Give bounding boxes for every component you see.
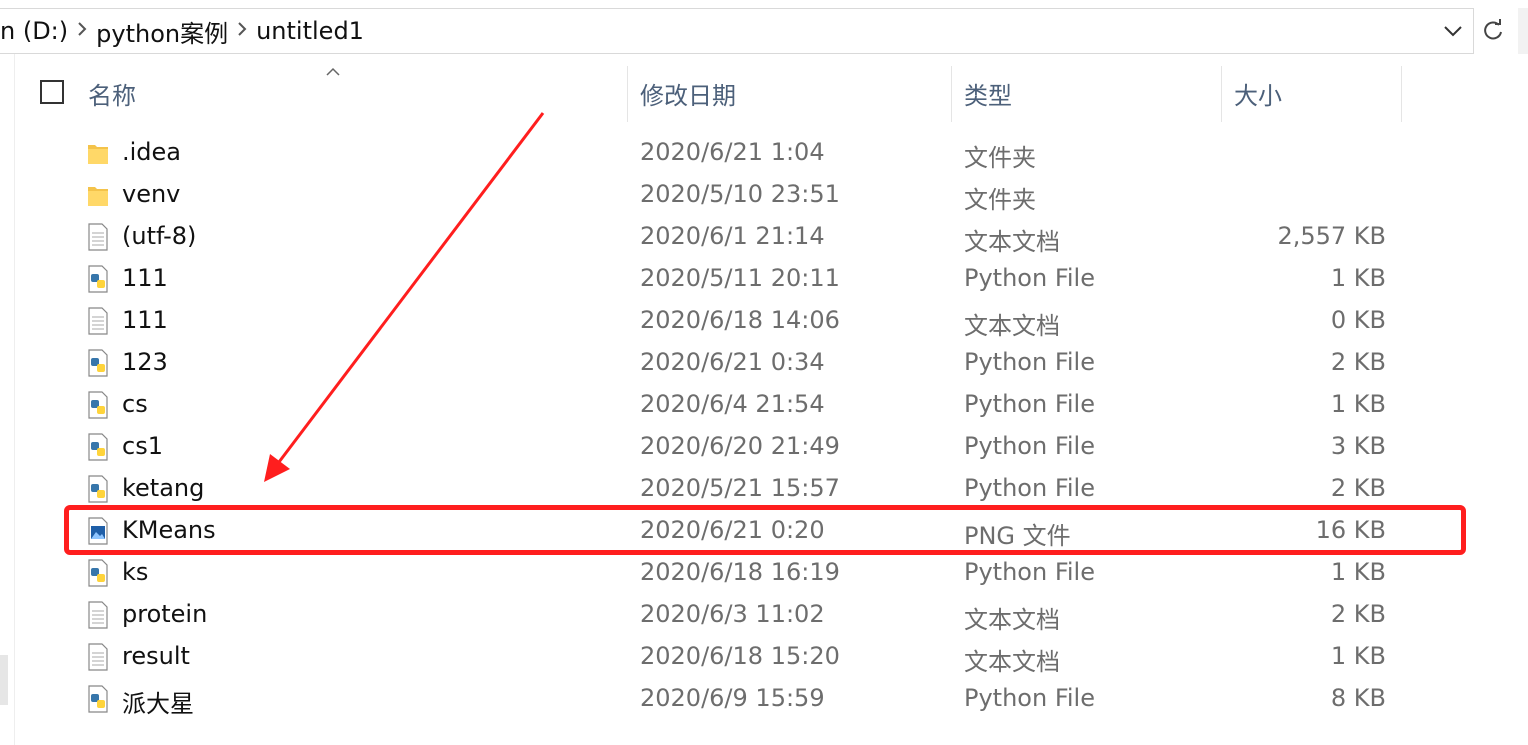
breadcrumb-folder-current[interactable]: untitled1 — [256, 17, 364, 45]
file-size: 1 KB — [1330, 558, 1386, 586]
file-size: 1 KB — [1330, 390, 1386, 418]
file-row[interactable]: cs1 2020/6/20 21:49 Python File 3 KB — [0, 426, 1480, 468]
column-header-name[interactable]: 名称 — [88, 76, 136, 111]
file-size: 2 KB — [1330, 474, 1386, 502]
file-type: Python File — [964, 558, 1095, 586]
column-divider[interactable] — [627, 66, 628, 122]
file-type: 文本文档 — [964, 228, 1060, 256]
breadcrumb-folder-python[interactable]: python案例 — [96, 14, 228, 49]
highlight-annotation-box — [64, 505, 1466, 555]
file-type: Python File — [964, 264, 1095, 292]
file-type: 文件夹 — [964, 186, 1036, 214]
file-name: 派大星 — [122, 690, 194, 718]
column-header-type[interactable]: 类型 — [964, 76, 1012, 111]
python-file-icon — [86, 684, 110, 714]
breadcrumb: n (D:) python案例 untitled1 — [0, 14, 364, 49]
file-date: 2020/6/18 14:06 — [640, 306, 840, 334]
file-row[interactable]: 123 2020/6/21 0:34 Python File 2 KB — [0, 342, 1480, 384]
refresh-button[interactable] — [1476, 8, 1510, 54]
file-row[interactable]: 派大星 2020/6/9 15:59 Python File 8 KB — [0, 678, 1480, 720]
file-date: 2020/6/1 21:14 — [640, 222, 825, 250]
file-row[interactable]: venv 2020/5/10 23:51 文件夹 — [0, 174, 1480, 216]
text-file-icon — [86, 306, 110, 336]
chevron-right-icon[interactable] — [68, 21, 96, 42]
file-date: 2020/6/3 11:02 — [640, 600, 825, 628]
column-divider[interactable] — [1221, 66, 1222, 122]
chevron-down-icon[interactable] — [1441, 19, 1465, 43]
file-type: 文本文档 — [964, 606, 1060, 634]
file-row[interactable]: ks 2020/6/18 16:19 Python File 1 KB — [0, 552, 1480, 594]
python-file-icon — [86, 432, 110, 462]
file-date: 2020/6/4 21:54 — [640, 390, 825, 418]
file-name: 123 — [122, 348, 168, 376]
file-name: ks — [122, 558, 149, 586]
file-type: Python File — [964, 474, 1095, 502]
file-size: 2 KB — [1330, 348, 1386, 376]
file-date: 2020/6/20 21:49 — [640, 432, 840, 460]
file-row[interactable]: (utf-8) 2020/6/1 21:14 文本文档 2,557 KB — [0, 216, 1480, 258]
window-edge — [1518, 8, 1528, 54]
python-file-icon — [86, 558, 110, 588]
file-row[interactable]: cs 2020/6/4 21:54 Python File 1 KB — [0, 384, 1480, 426]
file-name: .idea — [122, 138, 182, 166]
column-header-size[interactable]: 大小 — [1234, 76, 1282, 111]
python-file-icon — [86, 474, 110, 504]
file-name: cs — [122, 390, 148, 418]
file-name: protein — [122, 600, 208, 628]
file-name: 111 — [122, 306, 168, 334]
column-divider[interactable] — [1401, 66, 1402, 122]
address-bar[interactable]: n (D:) python案例 untitled1 — [0, 8, 1474, 54]
file-type: 文本文档 — [964, 312, 1060, 340]
file-size: 8 KB — [1330, 684, 1386, 712]
file-row[interactable]: result 2020/6/18 15:20 文本文档 1 KB — [0, 636, 1480, 678]
file-size: 2,557 KB — [1277, 222, 1386, 250]
file-date: 2020/5/11 20:11 — [640, 264, 840, 292]
refresh-icon — [1484, 19, 1502, 40]
file-size: 1 KB — [1330, 642, 1386, 670]
file-type: 文件夹 — [964, 144, 1036, 172]
file-type: Python File — [964, 348, 1095, 376]
breadcrumb-drive[interactable]: n (D:) — [0, 17, 68, 45]
file-name: cs1 — [122, 432, 163, 460]
column-divider[interactable] — [951, 66, 952, 122]
file-date: 2020/6/18 16:19 — [640, 558, 840, 586]
file-type: Python File — [964, 432, 1095, 460]
file-size: 2 KB — [1330, 600, 1386, 628]
file-name: ketang — [122, 474, 205, 502]
file-date: 2020/6/18 15:20 — [640, 642, 840, 670]
text-file-icon — [86, 642, 110, 672]
python-file-icon — [86, 348, 110, 378]
column-header-date[interactable]: 修改日期 — [640, 76, 736, 111]
column-header: 名称 修改日期 类型 大小 — [14, 54, 1414, 130]
file-name: venv — [122, 180, 181, 208]
file-date: 2020/5/21 15:57 — [640, 474, 840, 502]
text-file-icon — [86, 600, 110, 630]
file-row[interactable]: ketang 2020/5/21 15:57 Python File 2 KB — [0, 468, 1480, 510]
python-file-icon — [86, 390, 110, 420]
file-type: Python File — [964, 390, 1095, 418]
file-row[interactable]: .idea 2020/6/21 1:04 文件夹 — [0, 132, 1480, 174]
chevron-right-icon[interactable] — [228, 21, 256, 42]
select-all-checkbox[interactable] — [40, 80, 64, 104]
file-name: 111 — [122, 264, 168, 292]
file-type: 文本文档 — [964, 648, 1060, 676]
file-date: 2020/6/21 0:34 — [640, 348, 825, 376]
file-row[interactable]: protein 2020/6/3 11:02 文本文档 2 KB — [0, 594, 1480, 636]
file-row[interactable]: 111 2020/5/11 20:11 Python File 1 KB — [0, 258, 1480, 300]
file-date: 2020/6/9 15:59 — [640, 684, 825, 712]
file-name: result — [122, 642, 190, 670]
file-name: (utf-8) — [122, 222, 197, 250]
python-file-icon — [86, 264, 110, 294]
file-size: 0 KB — [1330, 306, 1386, 334]
folder-icon — [86, 180, 110, 210]
file-size: 3 KB — [1330, 432, 1386, 460]
sort-ascending-icon — [326, 62, 340, 81]
file-row[interactable]: 111 2020/6/18 14:06 文本文档 0 KB — [0, 300, 1480, 342]
file-size: 1 KB — [1330, 264, 1386, 292]
file-type: Python File — [964, 684, 1095, 712]
file-date: 2020/6/21 1:04 — [640, 138, 825, 166]
folder-icon — [86, 138, 110, 168]
file-date: 2020/5/10 23:51 — [640, 180, 840, 208]
text-file-icon — [86, 222, 110, 252]
